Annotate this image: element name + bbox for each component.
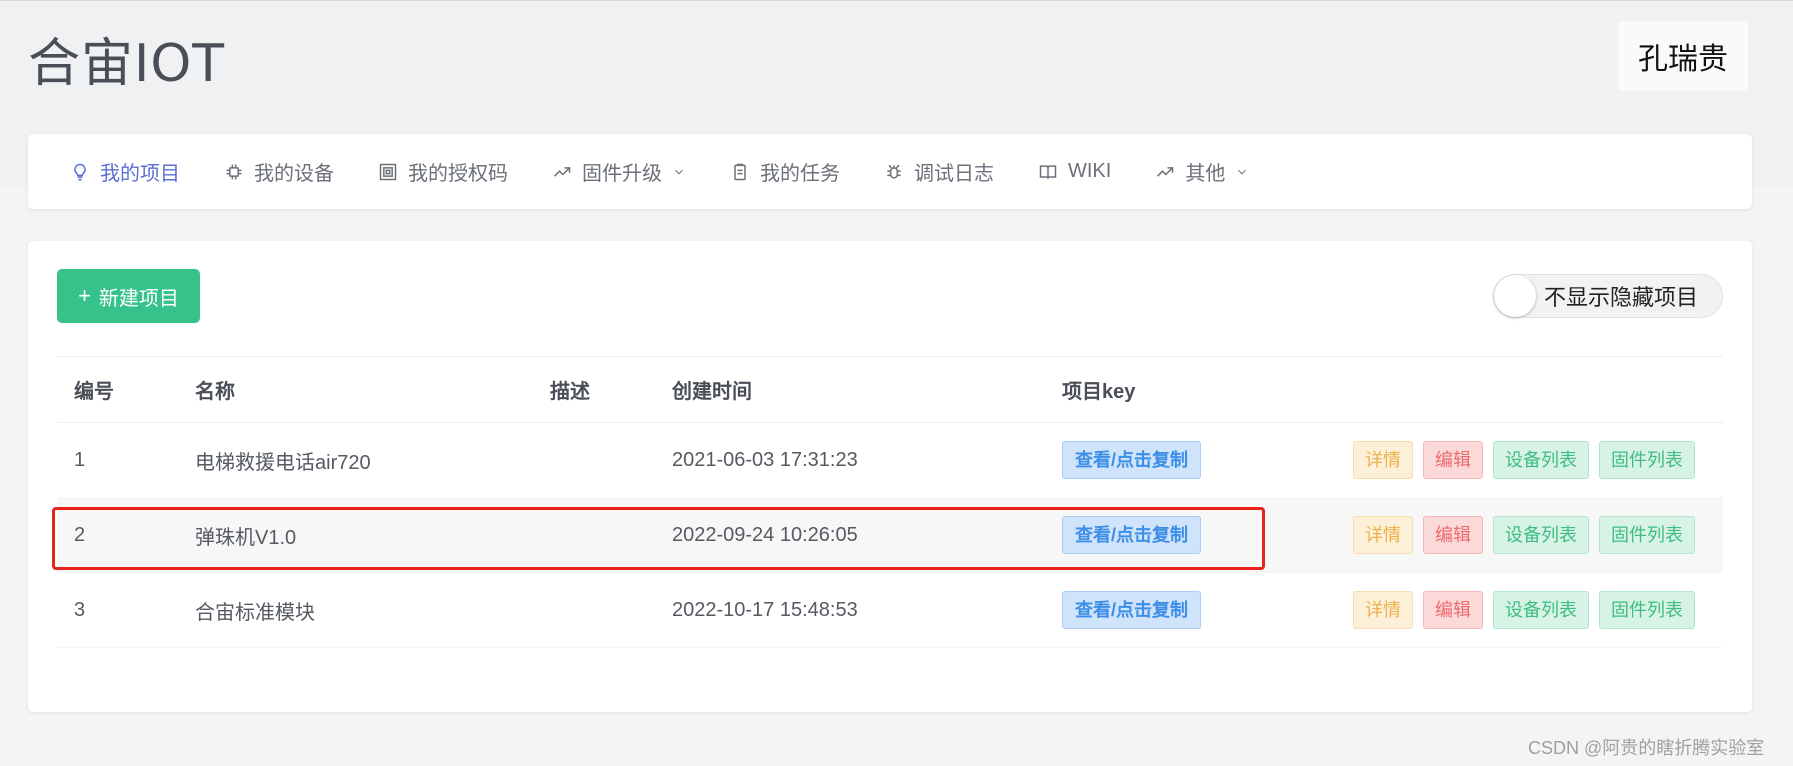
row-name: 电梯救援电话air720: [178, 422, 533, 498]
new-project-button[interactable]: + 新建项目: [57, 269, 200, 323]
column-header-actions: [1295, 356, 1723, 423]
trend-icon: [553, 166, 571, 177]
detail-button[interactable]: 详情: [1353, 591, 1413, 629]
app-title: 合宙IOT: [28, 34, 226, 94]
column-header-name: 名称: [178, 356, 533, 423]
firmware-list-button[interactable]: 固件列表: [1599, 516, 1695, 554]
nav-item-firmware-upgrade[interactable]: 固件升级: [552, 157, 686, 186]
row-id: 2: [57, 497, 178, 573]
projects-card: + 新建项目 不显示隐藏项目 编号 名称 描述 创建时间 项目key 1 电梯救…: [28, 241, 1752, 712]
table-row: 3 合宙标准模块 2022-10-17 15:48:53 查看/点击复制 详情 …: [57, 572, 1723, 648]
row-description: [533, 422, 655, 498]
row-key-cell: 查看/点击复制: [1045, 422, 1295, 498]
plus-icon: +: [78, 283, 91, 308]
row-name: 合宙标准模块: [178, 572, 533, 648]
detail-button[interactable]: 详情: [1353, 441, 1413, 479]
main-navbar: 我的项目 我的设备 我的授权码 固件升级 我的任务 调试日志 WIKI 其他: [28, 134, 1752, 209]
qrcode-icon: [379, 163, 397, 180]
firmware-list-button[interactable]: 固件列表: [1599, 441, 1695, 479]
table-header-row: 编号 名称 描述 创建时间 项目key: [57, 356, 1723, 423]
chevron-down-icon: [1238, 169, 1247, 174]
row-created-time: 2021-06-03 17:31:23: [655, 422, 1045, 498]
nav-label: WIKI: [1068, 160, 1112, 182]
row-description: [533, 497, 655, 573]
row-action-group: 详情 编辑 设备列表 固件列表: [1312, 591, 1723, 629]
nav-label: 调试日志: [914, 163, 994, 185]
row-actions: 详情 编辑 设备列表 固件列表: [1295, 497, 1723, 573]
new-project-label: 新建项目: [98, 287, 179, 310]
chevron-down-icon: [675, 169, 683, 174]
edit-button[interactable]: 编辑: [1423, 516, 1483, 554]
device-list-button[interactable]: 设备列表: [1493, 591, 1589, 629]
column-header-created: 创建时间: [655, 356, 1045, 423]
row-actions: 详情 编辑 设备列表 固件列表: [1295, 572, 1723, 648]
projects-table: 编号 名称 描述 创建时间 项目key 1 电梯救援电话air720 2021-…: [57, 356, 1723, 648]
toggle-label: 不显示隐藏项目: [1544, 285, 1699, 310]
bug-icon: [887, 164, 901, 179]
nav-label: 我的设备: [254, 163, 334, 185]
column-header-project-key: 项目key: [1045, 356, 1295, 423]
nav-label: 我的项目: [100, 163, 180, 185]
nav-item-my-projects[interactable]: 我的项目: [70, 157, 180, 186]
nav-label: 我的任务: [760, 163, 840, 185]
row-name: 弹珠机V1.0: [178, 497, 533, 573]
nav-item-my-devices[interactable]: 我的设备: [224, 157, 334, 186]
toggle-knob[interactable]: [1494, 275, 1536, 317]
device-list-button[interactable]: 设备列表: [1493, 441, 1589, 479]
row-id: 1: [57, 422, 178, 498]
chip-icon: [226, 164, 242, 179]
nav-item-debug-logs[interactable]: 调试日志: [884, 157, 994, 186]
watermark-text: CSDN @阿贵的瞎折腾实验室: [1528, 738, 1765, 758]
row-created-time: 2022-10-17 15:48:53: [655, 572, 1045, 648]
bulb-icon: [74, 163, 86, 180]
clipboard-icon: [734, 163, 746, 180]
nav-item-my-tasks[interactable]: 我的任务: [730, 157, 840, 186]
column-header-id: 编号: [57, 356, 178, 423]
nav-item-wiki[interactable]: WIKI: [1038, 160, 1111, 183]
nav-item-other[interactable]: 其他: [1155, 157, 1249, 186]
table-row: 1 电梯救援电话air720 2021-06-03 17:31:23 查看/点击…: [57, 422, 1723, 498]
trend-icon: [1157, 166, 1174, 177]
book-icon: [1039, 164, 1057, 179]
copy-key-button[interactable]: 查看/点击复制: [1062, 516, 1202, 554]
copy-key-button[interactable]: 查看/点击复制: [1062, 441, 1202, 479]
row-action-group: 详情 编辑 设备列表 固件列表: [1312, 441, 1723, 479]
nav-item-my-auth-codes[interactable]: 我的授权码: [378, 157, 508, 186]
row-description: [533, 572, 655, 648]
device-list-button[interactable]: 设备列表: [1493, 516, 1589, 554]
table-row: 2 弹珠机V1.0 2022-09-24 10:26:05 查看/点击复制 详情…: [57, 497, 1723, 573]
nav-label: 其他: [1185, 163, 1226, 185]
column-header-description: 描述: [533, 356, 655, 423]
row-created-time: 2022-09-24 10:26:05: [655, 497, 1045, 573]
copy-key-button[interactable]: 查看/点击复制: [1062, 591, 1202, 629]
nav-label: 我的授权码: [408, 163, 508, 185]
detail-button[interactable]: 详情: [1353, 516, 1413, 554]
row-key-cell: 查看/点击复制: [1045, 497, 1295, 573]
edit-button[interactable]: 编辑: [1423, 591, 1483, 629]
edit-button[interactable]: 编辑: [1423, 441, 1483, 479]
nav-label: 固件升级: [582, 163, 662, 185]
row-action-group: 详情 编辑 设备列表 固件列表: [1312, 516, 1723, 554]
hide-hidden-projects-toggle[interactable]: 不显示隐藏项目: [1493, 274, 1723, 318]
user-name-badge[interactable]: 孔瑞贵: [1618, 21, 1748, 91]
row-actions: 详情 编辑 设备列表 固件列表: [1295, 422, 1723, 498]
row-key-cell: 查看/点击复制: [1045, 572, 1295, 648]
row-id: 3: [57, 572, 178, 648]
firmware-list-button[interactable]: 固件列表: [1599, 591, 1695, 629]
